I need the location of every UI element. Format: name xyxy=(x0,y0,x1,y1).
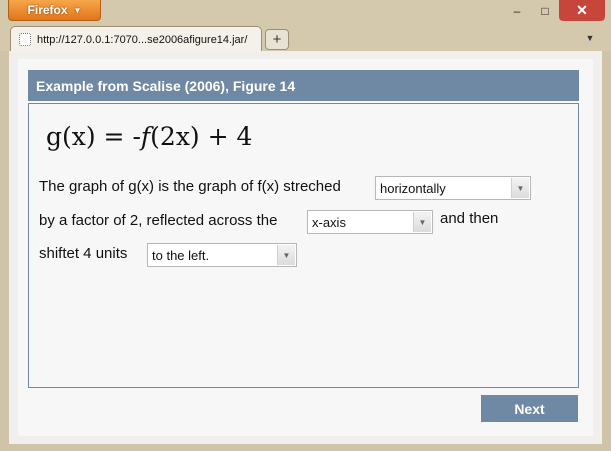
stretch-direction-value: horizontally xyxy=(380,180,446,196)
exercise-panel: g(x) = -f(2x) + 4 The graph of g(x) is t… xyxy=(28,103,579,388)
tabs-menu-icon[interactable]: ▼ xyxy=(583,31,597,45)
formula: g(x) = -f(2x) + 4 xyxy=(46,122,252,151)
minimize-icon[interactable]: – xyxy=(503,0,531,21)
browser-tab[interactable]: http://127.0.0.1:7070...se2006afigure14.… xyxy=(10,26,262,52)
sentence-2: by a factor of 2, reflected across the xyxy=(39,212,278,229)
page-content: Example from Scalise (2006), Figure 14 g… xyxy=(9,51,602,444)
window-titlebar: Firefox ▼ – □ ✕ xyxy=(0,0,611,24)
firefox-menu-label: Firefox xyxy=(27,3,68,17)
reflection-axis-value: x-axis xyxy=(312,214,346,230)
next-button[interactable]: Next xyxy=(481,395,578,422)
chevron-down-icon: ▼ xyxy=(511,178,529,198)
sentence-1: The graph of g(x) is the graph of f(x) s… xyxy=(39,178,341,195)
exercise-title: Example from Scalise (2006), Figure 14 xyxy=(28,70,579,101)
sentence-4: shiftet 4 units xyxy=(39,245,128,262)
formula-rhs: (2x) + 4 xyxy=(150,122,253,151)
maximize-icon[interactable]: □ xyxy=(531,0,559,21)
dropdown-caret-icon: ▼ xyxy=(73,5,82,15)
firefox-menu-button[interactable]: Firefox ▼ xyxy=(8,0,101,21)
formula-func: f xyxy=(140,122,151,151)
reflection-axis-select[interactable]: x-axis ▼ xyxy=(307,210,433,234)
stretch-direction-select[interactable]: horizontally ▼ xyxy=(375,176,531,200)
close-icon[interactable]: ✕ xyxy=(559,0,605,21)
chevron-down-icon: ▼ xyxy=(413,212,431,232)
formula-lhs: g(x) = - xyxy=(46,122,141,151)
shift-direction-value: to the left. xyxy=(152,247,210,263)
page-icon xyxy=(19,33,31,46)
sentence-3: and then xyxy=(440,210,499,227)
new-tab-icon[interactable]: + xyxy=(265,29,289,50)
shift-direction-select[interactable]: to the left. ▼ xyxy=(147,243,297,267)
tab-title: http://127.0.0.1:7070...se2006afigure14.… xyxy=(37,33,248,46)
chevron-down-icon: ▼ xyxy=(277,245,295,265)
tab-bar: http://127.0.0.1:7070...se2006afigure14.… xyxy=(0,24,611,52)
